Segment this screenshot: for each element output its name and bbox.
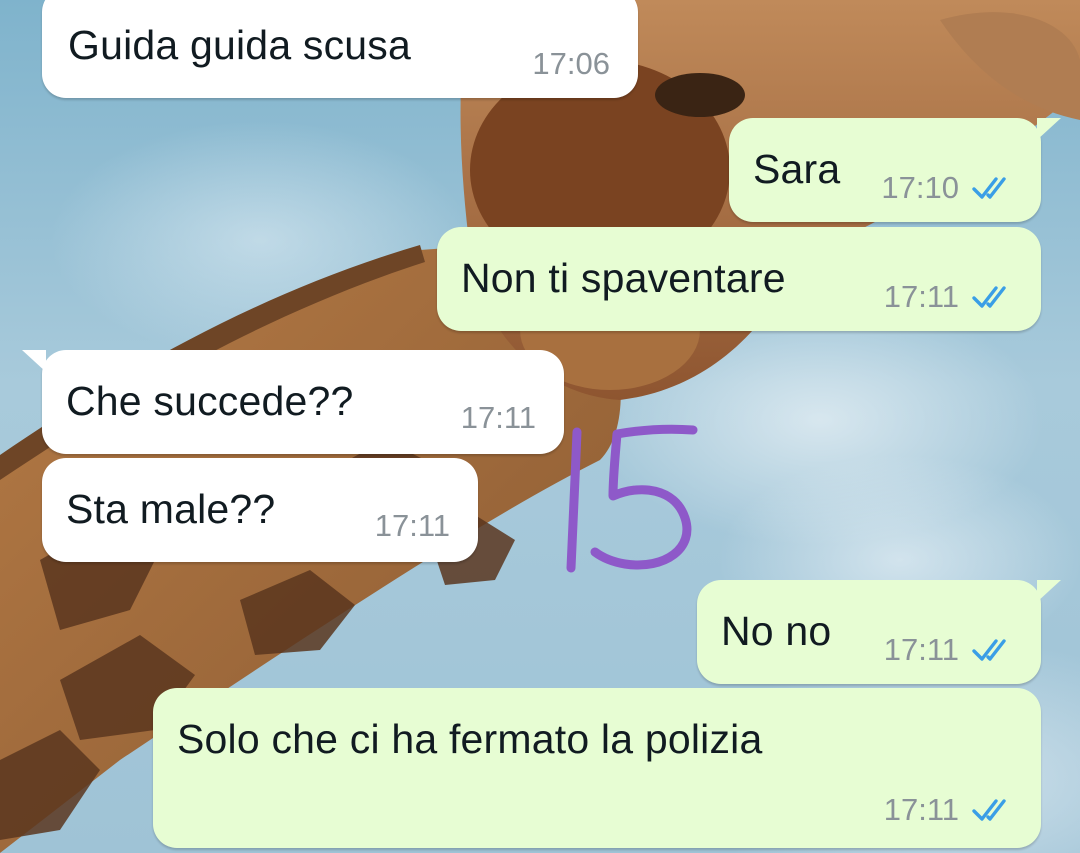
message-meta: 17:10 [881, 170, 1015, 206]
read-receipt-icon [972, 799, 1006, 821]
bubble-tail [1037, 580, 1061, 602]
message-time: 17:11 [374, 508, 450, 543]
message-bubble-outgoing[interactable]: Solo che ci ha fermato la polizia 17:11 [153, 688, 1041, 848]
message-text: Che succede?? [66, 378, 354, 424]
message-time: 17:06 [532, 46, 610, 81]
message-meta: 17:11 [884, 792, 1015, 828]
message-time: 17:11 [460, 400, 536, 435]
message-bubble-incoming[interactable]: Che succede?? 17:11 [22, 350, 564, 454]
message-text: Guida guida scusa [68, 22, 412, 68]
message-text: Sara [753, 146, 841, 192]
bubble-tail [22, 350, 46, 372]
message-bubble-outgoing[interactable]: Sara 17:10 [729, 118, 1061, 222]
bubble-tail [1037, 118, 1061, 140]
message-text: Non ti spaventare [461, 255, 786, 301]
message-bubble-outgoing[interactable]: Non ti spaventare 17:11 [437, 227, 1041, 331]
message-bubble-outgoing[interactable]: No no 17:11 [697, 580, 1061, 684]
message-time: 17:11 [883, 632, 959, 667]
message-time: 17:11 [883, 792, 959, 827]
message-meta: 17:11 [884, 279, 1015, 315]
message-meta: 17:11 [375, 508, 450, 544]
read-receipt-icon [972, 286, 1006, 308]
message-text: No no [721, 608, 832, 654]
read-receipt-icon [972, 639, 1006, 661]
message-text: Solo che ci ha fermato la polizia [177, 716, 763, 762]
message-meta: 17:11 [884, 632, 1015, 668]
message-meta: 17:11 [461, 400, 536, 436]
message-time: 17:10 [881, 170, 959, 205]
message-bubble-incoming[interactable]: Sta male?? 17:11 [42, 458, 478, 562]
message-text: Sta male?? [66, 486, 276, 532]
message-time: 17:11 [883, 279, 959, 314]
message-bubble-incoming[interactable]: Guida guida scusa 17:06 [42, 0, 638, 98]
read-receipt-icon [972, 177, 1006, 199]
message-meta: 17:06 [532, 46, 610, 82]
handwritten-annotation [566, 424, 698, 573]
